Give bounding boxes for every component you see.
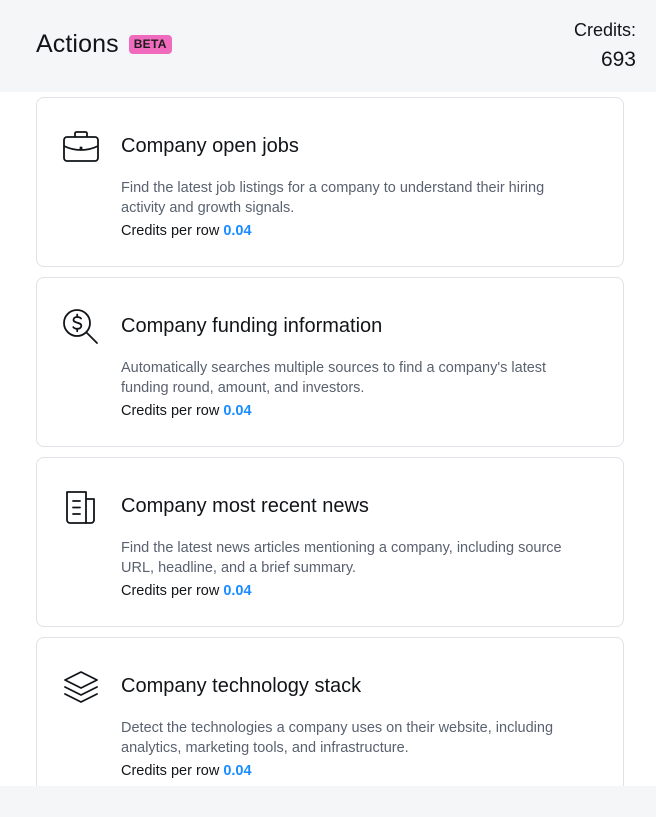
card-title: Company open jobs bbox=[121, 135, 299, 157]
card-description: Detect the technologies a company uses o… bbox=[121, 720, 554, 756]
credits-per-row-value: 0.04 bbox=[223, 583, 252, 599]
card-credits: Credits per row 0.04 bbox=[121, 403, 252, 419]
credits-per-row-value: 0.04 bbox=[223, 223, 252, 239]
header: Actions BETA Credits: 693 bbox=[0, 0, 656, 92]
briefcase-icon bbox=[61, 128, 101, 168]
beta-badge: BETA bbox=[128, 35, 172, 54]
credits-per-row-label: Credits per row bbox=[121, 763, 220, 779]
card-title: Company funding information bbox=[121, 315, 383, 337]
card-description: Find the latest news articles mentioning… bbox=[121, 540, 562, 576]
credits-per-row-label: Credits per row bbox=[121, 403, 220, 419]
card-credits: Credits per row 0.04 bbox=[121, 583, 252, 599]
layers-icon bbox=[61, 668, 101, 708]
page-title: Actions bbox=[36, 30, 119, 58]
newspaper-icon bbox=[61, 488, 101, 528]
action-card-funding-info[interactable]: Company funding information Automaticall… bbox=[36, 277, 624, 447]
card-credits: Credits per row 0.04 bbox=[121, 223, 252, 239]
dollar-search-icon bbox=[61, 308, 101, 348]
credits-balance: Credits: 693 bbox=[574, 18, 636, 74]
action-list: Company open jobs Find the latest job li… bbox=[36, 97, 624, 817]
card-title: Company technology stack bbox=[121, 675, 362, 697]
action-card-recent-news[interactable]: Company most recent news Find the latest… bbox=[36, 457, 624, 627]
card-description: Find the latest job listings for a compa… bbox=[121, 180, 545, 216]
card-credits: Credits per row 0.04 bbox=[121, 763, 252, 779]
card-description: Automatically searches multiple sources … bbox=[121, 360, 547, 396]
action-card-tech-stack[interactable]: Company technology stack Detect the tech… bbox=[36, 637, 624, 807]
credits-per-row-value: 0.04 bbox=[223, 403, 252, 419]
credits-per-row-label: Credits per row bbox=[121, 583, 220, 599]
credits-value: 693 bbox=[600, 48, 636, 71]
action-card-open-jobs[interactable]: Company open jobs Find the latest job li… bbox=[36, 97, 624, 267]
credits-per-row-label: Credits per row bbox=[121, 223, 220, 239]
card-title: Company most recent news bbox=[121, 495, 369, 517]
footer-bar bbox=[0, 786, 656, 817]
credits-per-row-value: 0.04 bbox=[223, 763, 252, 779]
credits-label: Credits: bbox=[573, 20, 636, 40]
title-group: Actions BETA bbox=[36, 30, 172, 59]
